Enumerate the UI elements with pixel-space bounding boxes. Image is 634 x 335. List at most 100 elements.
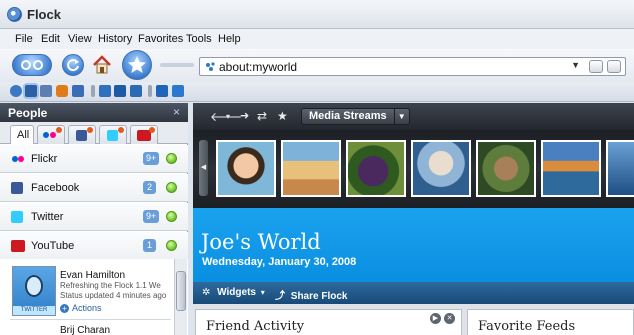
icon-separator	[91, 85, 95, 97]
count-badge: 1	[143, 239, 156, 252]
facebook-icon	[76, 130, 87, 141]
home-button[interactable]	[91, 54, 113, 76]
sidebar-title: People	[8, 106, 48, 120]
menu-view[interactable]: View	[68, 33, 92, 45]
people-icon[interactable]	[25, 85, 37, 97]
window-titlebar: Flock	[0, 0, 634, 29]
my-world-header: Joe's World Wednesday, January 30, 2008	[193, 208, 634, 282]
bookmark-tag-button[interactable]	[589, 60, 603, 73]
tab-facebook[interactable]	[68, 125, 96, 144]
my-world-button[interactable]	[122, 50, 152, 80]
home-icon	[93, 55, 111, 74]
accounts-icon[interactable]	[99, 85, 111, 97]
count-badge: 2	[143, 181, 156, 194]
media-streams-button[interactable]: Media Streams ▼	[301, 108, 410, 125]
media-thumbnail[interactable]	[411, 140, 471, 197]
tab-twitter[interactable]	[99, 125, 127, 144]
media-thumbnail[interactable]	[346, 140, 406, 197]
tab-youtube[interactable]	[130, 125, 158, 144]
menu-bar: File Edit View History Favorites Tools H…	[0, 29, 634, 49]
mail-icon[interactable]	[72, 85, 84, 97]
address-bar[interactable]: about:myworld ▼	[199, 57, 626, 76]
service-row-youtube[interactable]: YouTube 1	[0, 232, 188, 260]
count-badge: 9+	[143, 152, 160, 165]
refresh-icon[interactable]: ⇄	[257, 109, 267, 123]
close-icon[interactable]: ✕	[444, 313, 455, 324]
menu-favorites[interactable]: Favorites	[138, 33, 183, 45]
blog-icon[interactable]	[130, 85, 142, 97]
twitter-icon	[11, 211, 23, 223]
upload-icon[interactable]	[172, 85, 184, 97]
menu-edit[interactable]: Edit	[41, 33, 60, 45]
panel-title: Friend Activity	[206, 319, 305, 334]
media-thumbnail[interactable]	[541, 140, 601, 197]
url-text[interactable]: about:myworld	[219, 60, 297, 74]
widget-panels: Friend Activity ▶ ✕ Favorite Feeds	[193, 304, 634, 335]
actions-button[interactable]: + Actions	[60, 303, 102, 313]
menu-tools[interactable]: Tools	[186, 33, 212, 45]
tab-flickr[interactable]	[37, 125, 65, 144]
scrollbar-thumb[interactable]	[176, 271, 186, 311]
count-badge: 9+	[143, 210, 160, 223]
friend-name[interactable]: Brij Charan	[60, 325, 110, 335]
sidebar-scrollbar[interactable]	[174, 259, 187, 335]
page-favicon-icon	[205, 61, 216, 72]
close-icon[interactable]: ×	[173, 105, 180, 119]
reload-button[interactable]	[62, 54, 84, 76]
collapse-icon[interactable]: ▶	[430, 313, 441, 324]
service-row-flickr[interactable]: Flickr 9+	[0, 145, 188, 173]
service-name: Flickr	[31, 153, 58, 165]
feeds-icon[interactable]	[56, 85, 68, 97]
media-thumbnail[interactable]	[281, 140, 341, 197]
menu-help[interactable]: Help	[218, 33, 241, 45]
service-name: Twitter	[31, 211, 64, 223]
plus-icon: +	[60, 304, 69, 313]
chevron-down-icon: ▼	[393, 109, 409, 124]
service-row-facebook[interactable]: Facebook 2	[0, 174, 188, 202]
forward-arrow-icon[interactable]: ➜	[240, 109, 249, 122]
widgets-toolbar: ✲ Widgets ▾ ⤴ Share Flock	[193, 282, 634, 304]
tab-all[interactable]: All	[10, 125, 34, 144]
twitter-icon	[107, 130, 118, 141]
media-icon[interactable]	[40, 85, 52, 97]
pin-icon[interactable]	[114, 85, 126, 97]
media-toolbar: 🡐 ▾ ➜ ⇄ ★ Media Streams ▼	[193, 103, 634, 130]
flickr-icon	[50, 132, 56, 138]
share-flock-button[interactable]: ⤴ Share Flock	[275, 287, 347, 302]
menu-file[interactable]: File	[15, 33, 33, 45]
sidebar-toolbar	[0, 82, 634, 102]
media-thumbnail[interactable]	[476, 140, 536, 197]
feather-icon[interactable]	[156, 85, 168, 97]
forward-icon	[33, 60, 43, 70]
friends-list: TWITTER Evan Hamilton Refreshing the Flo…	[0, 259, 188, 335]
online-status-icon	[166, 240, 177, 251]
friend-activity-panel: Friend Activity ▶ ✕	[195, 309, 462, 335]
menu-history[interactable]: History	[98, 33, 132, 45]
url-dropdown-icon[interactable]: ▼	[571, 60, 580, 70]
share-icon: ⤴	[275, 291, 285, 302]
widgets-button[interactable]: ✲ Widgets ▾	[202, 287, 265, 298]
media-thumbnail[interactable]	[606, 140, 634, 197]
reload-icon	[67, 59, 79, 72]
go-button[interactable]	[607, 60, 621, 73]
star-icon[interactable]: ★	[277, 109, 288, 123]
chevron-down-icon: ▾	[260, 288, 265, 297]
media-bar-filmstrip: ◀	[193, 130, 634, 208]
avatar-tag: TWITTER	[13, 306, 55, 315]
media-thumbnail[interactable]	[216, 140, 276, 197]
star-icon	[128, 56, 146, 73]
flock-logo-icon	[7, 7, 22, 22]
friend-card[interactable]: TWITTER Evan Hamilton Refreshing the Flo…	[10, 262, 171, 320]
back-forward-button[interactable]	[12, 54, 52, 76]
chevron-down-icon[interactable]: ▾	[226, 112, 230, 121]
friend-status: Refreshing the Flock 1.1 We Status updat…	[60, 281, 172, 301]
panel-title: Favorite Feeds	[478, 319, 576, 334]
favorite-feeds-panel: Favorite Feeds	[467, 309, 634, 335]
people-sidebar: People × All Flickr 9+ Facebook 2 Twitte…	[0, 103, 188, 335]
friend-status-time: Status updated 4 minutes ago	[60, 291, 167, 300]
service-row-twitter[interactable]: Twitter 9+	[0, 203, 188, 231]
service-name: Facebook	[31, 182, 80, 194]
friend-status-message: Refreshing the Flock 1.1 We	[60, 281, 161, 290]
web-clipboard-icon[interactable]	[10, 85, 22, 97]
scroll-left-button[interactable]: ◀	[199, 140, 208, 196]
